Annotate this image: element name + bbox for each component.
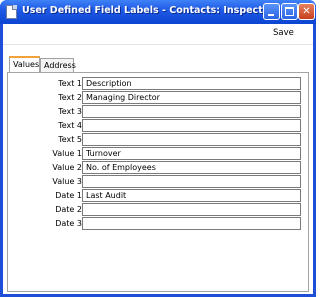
field-label: Value 3	[52, 177, 82, 186]
field-label: Text 2	[58, 93, 82, 102]
field-label: Value 2	[52, 163, 82, 172]
field-label: Text 5	[58, 135, 82, 144]
value-3-field[interactable]	[82, 175, 301, 188]
form-row-text-4: Text 4	[8, 119, 308, 134]
form-row-date-3: Date 3	[8, 217, 308, 232]
field-label: Date 2	[55, 205, 82, 214]
value-2-field[interactable]: No. of Employees	[82, 161, 301, 174]
toolbar-divider	[3, 44, 313, 45]
form-row-value-2: Value 2 No. of Employees	[8, 161, 308, 176]
tab-address[interactable]: Address	[40, 58, 76, 72]
date-3-field[interactable]	[82, 217, 301, 230]
value-1-field[interactable]: Turnover	[82, 147, 301, 160]
form-row-value-1: Value 1 Turnover	[8, 147, 308, 162]
form-row-text-5: Text 5	[8, 133, 308, 148]
title-bar[interactable]: User Defined Field Labels - Contacts: In…	[0, 0, 316, 24]
window-title: User Defined Field Labels - Contacts: In…	[22, 5, 263, 16]
field-label: Text 1	[58, 79, 82, 88]
window: User Defined Field Labels - Contacts: In…	[0, 0, 316, 297]
date-1-field[interactable]: Last Audit	[82, 189, 301, 202]
maximize-icon	[285, 7, 294, 16]
form-row-date-1: Date 1 Last Audit	[8, 189, 308, 204]
text-2-field[interactable]: Managing Director	[82, 91, 301, 104]
close-button[interactable]: ✕	[298, 3, 315, 20]
field-label: Text 3	[58, 107, 82, 116]
text-5-field[interactable]	[82, 133, 301, 146]
form-row-text-1: Text 1 Description	[8, 77, 308, 92]
form-row-date-2: Date 2	[8, 203, 308, 218]
save-button[interactable]: Save	[273, 28, 294, 38]
form-row-text-3: Text 3	[8, 105, 308, 120]
form-row-value-3: Value 3	[8, 175, 308, 190]
close-icon: ✕	[302, 6, 311, 17]
field-label: Date 1	[55, 191, 82, 200]
field-label: Value 1	[52, 149, 82, 158]
text-3-field[interactable]	[82, 105, 301, 118]
values-panel: Text 1 Description Text 2 Managing Direc…	[7, 72, 309, 292]
minimize-button[interactable]	[263, 3, 280, 20]
document-icon	[6, 5, 17, 19]
text-4-field[interactable]	[82, 119, 301, 132]
form-row-text-2: Text 2 Managing Director	[8, 91, 308, 106]
maximize-button[interactable]	[281, 3, 298, 20]
date-2-field[interactable]	[82, 203, 301, 216]
minimize-icon	[268, 14, 274, 16]
field-label: Date 3	[55, 219, 82, 228]
text-1-field[interactable]: Description	[82, 77, 301, 90]
tab-values[interactable]: Values	[9, 56, 40, 72]
field-label: Text 4	[58, 121, 82, 130]
window-content: Save Values Address Text 1 Description T…	[3, 24, 313, 294]
